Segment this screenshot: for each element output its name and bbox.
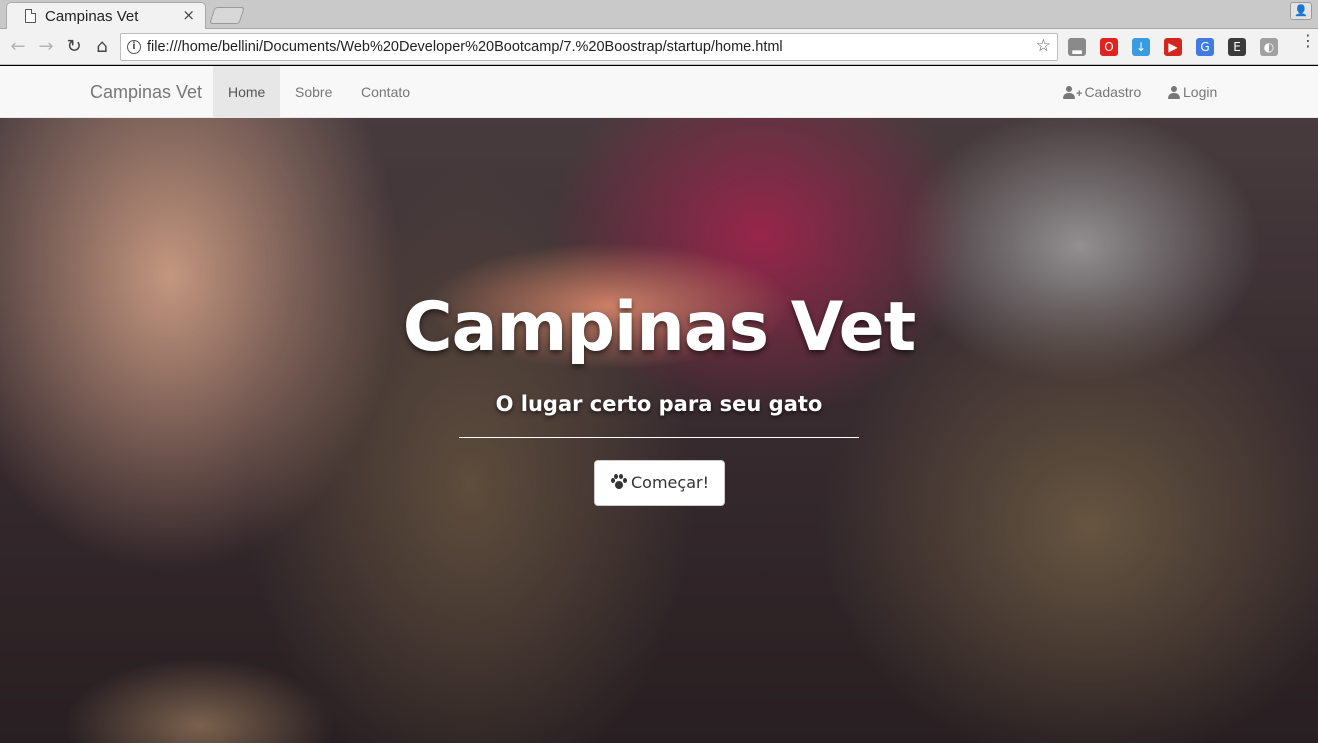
browser-tabstrip: Campinas Vet × 👤	[0, 0, 1318, 30]
profile-icon[interactable]: 👤	[1290, 2, 1312, 20]
red-extension-icon[interactable]: ▶	[1164, 38, 1182, 56]
hero-title: Campinas Vet	[402, 288, 917, 367]
paw-icon	[610, 474, 627, 490]
browser-toolbar: ← → ↻ ⌂ i file:///home/bellini/Documents…	[0, 29, 1318, 65]
start-button-label: Começar!	[631, 473, 709, 492]
browser-menu-icon[interactable]: ⋮	[1300, 33, 1316, 49]
tab-title: Campinas Vet	[45, 8, 139, 25]
new-tab-button[interactable]	[209, 7, 245, 24]
evernote-extension-icon[interactable]: E	[1228, 38, 1246, 56]
translate-extension-icon[interactable]: G	[1196, 38, 1214, 56]
opera-extension-icon[interactable]: O	[1100, 38, 1118, 56]
start-button[interactable]: Começar!	[594, 460, 725, 506]
home-icon[interactable]: ⌂	[90, 35, 114, 59]
document-icon	[25, 9, 36, 23]
forward-icon[interactable]: →	[34, 35, 58, 59]
info-icon[interactable]: i	[127, 40, 141, 54]
reload-icon[interactable]: ↻	[62, 35, 86, 59]
bookmark-star-icon[interactable]: ☆	[1036, 36, 1051, 56]
signal-extension-icon[interactable]: ▂	[1068, 38, 1086, 56]
hero-divider	[459, 437, 859, 438]
browser-tab-active[interactable]: Campinas Vet ×	[6, 2, 206, 30]
close-tab-icon[interactable]: ×	[182, 6, 195, 24]
hero-subtitle: O lugar certo para seu gato	[495, 392, 823, 416]
back-icon[interactable]: ←	[6, 35, 30, 59]
page-viewport: Campinas Vet Home Sobre Contato + Cadastr…	[0, 66, 1318, 743]
gray-extension-icon[interactable]: ◐	[1260, 38, 1278, 56]
hero-section: Campinas Vet O lugar certo para seu gato…	[0, 66, 1318, 743]
url-text[interactable]: file:///home/bellini/Documents/Web%20Dev…	[147, 39, 783, 55]
download-extension-icon[interactable]: ↓	[1132, 38, 1150, 56]
address-bar[interactable]: i file:///home/bellini/Documents/Web%20D…	[120, 33, 1058, 61]
